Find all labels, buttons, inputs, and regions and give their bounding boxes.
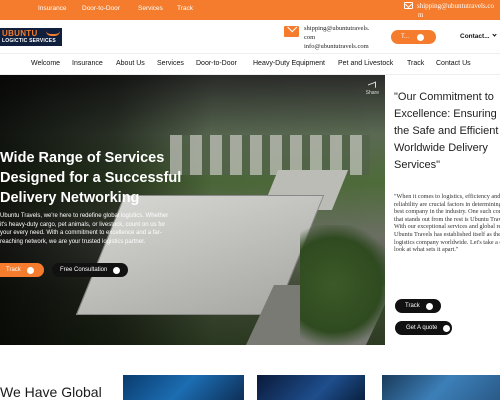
top-nav-insurance[interactable]: Insurance (38, 5, 82, 12)
quote-label: Get A quote (406, 325, 438, 331)
free-consultation-button[interactable]: Free Consultation (52, 263, 128, 277)
top-nav-services[interactable]: Services (138, 5, 177, 12)
hero-track-button[interactable]: Track (0, 263, 44, 277)
header-emails[interactable]: shipping@ubuntutravels. com info@ubuntut… (304, 24, 369, 51)
header-contact-link[interactable]: Contact... (460, 32, 497, 40)
consult-label: Free Consultation (60, 267, 108, 273)
site-header: UBUNTU LOGICTIC SERVICES shipping@ubuntu… (0, 20, 500, 53)
nav-item-welcome[interactable]: Welcome (31, 60, 60, 67)
arrow-icon (443, 324, 451, 332)
service-card-image[interactable] (257, 375, 365, 400)
nav-item-services[interactable]: Services (157, 60, 184, 67)
top-nav-door-to-door[interactable]: Door-to-Door (82, 5, 138, 12)
top-nav: Insurance Door-to-Door Services Track (38, 5, 207, 12)
nav-item-about-us[interactable]: About Us (116, 60, 145, 67)
hero-banner: Share (0, 75, 385, 345)
header-contact-label: Contact... (460, 33, 490, 40)
header-track-button[interactable]: T... (391, 30, 436, 44)
nav-item-contact-us[interactable]: Contact Us (436, 60, 471, 67)
share-label: Share (365, 90, 379, 96)
top-nav-track[interactable]: Track (177, 5, 207, 12)
arrow-icon (26, 266, 34, 274)
header-email-line1: shipping@ubuntutravels. (304, 25, 370, 32)
hero-description: Ubuntu Travels, we're here to redefine g… (0, 213, 169, 245)
top-email-line1: shipping@ubuntutravels.co (417, 2, 495, 10)
logo-tagline: LOGICTIC SERVICES (2, 38, 56, 44)
chevron-down-icon (492, 32, 497, 37)
nav-item-track[interactable]: Track (407, 60, 424, 67)
top-bar: Insurance Door-to-Door Services Track sh… (0, 0, 500, 20)
logo[interactable]: UBUNTU LOGICTIC SERVICES (0, 28, 62, 46)
envelope-icon (404, 2, 413, 9)
top-email[interactable]: shipping@ubuntutravels.co m (404, 0, 495, 19)
nav-item-door-to-door[interactable]: Door-to-Door (196, 60, 237, 67)
side-track-label: Track (405, 303, 420, 309)
main-nav: Welcome Insurance About Us Services Door… (0, 53, 500, 75)
header-track-label: T... (401, 34, 410, 40)
nav-item-pet-livestock[interactable]: Pet and Livestock (338, 60, 393, 67)
ship-icon (46, 30, 60, 36)
top-email-line2: m (418, 11, 424, 19)
arrow-icon (425, 302, 433, 310)
service-card-image[interactable] (123, 375, 244, 400)
service-card-image[interactable] (382, 375, 500, 400)
nav-item-heavy-duty[interactable]: Heavy-Duty Equipment (253, 60, 325, 67)
commitment-body: "When it comes to logistics, efficiency … (394, 193, 500, 254)
arrow-icon (417, 33, 425, 41)
hero-image-trees (300, 225, 385, 345)
commitment-title: "Our Commitment to Excellence: Ensuring … (394, 91, 499, 171)
header-email-line3: info@ubuntutravels.com (304, 43, 369, 50)
logo-name: UBUNTU (2, 29, 38, 38)
side-track-button[interactable]: Track (395, 299, 441, 313)
get-a-quote-button[interactable]: Get A quote (395, 321, 452, 335)
hero-title: Wide Range of Services Designed for a Su… (0, 150, 182, 206)
mail-icon (284, 26, 299, 37)
global-heading: We Have Global (0, 384, 102, 400)
header-email-line2: com (304, 34, 316, 41)
nav-item-insurance[interactable]: Insurance (72, 60, 103, 67)
hero-track-label: Track (6, 267, 21, 273)
arrow-icon (113, 266, 121, 274)
share-button[interactable]: Share (365, 81, 379, 96)
